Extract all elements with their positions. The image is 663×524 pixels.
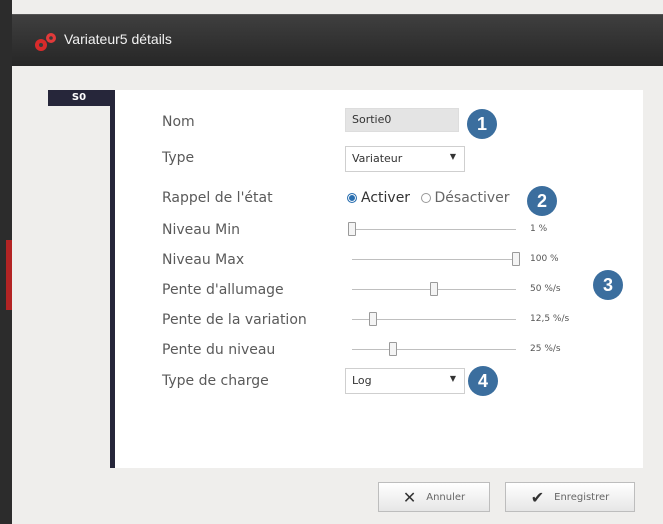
type-select-value: Variateur bbox=[352, 152, 403, 165]
radio-desactiver-label[interactable]: Désactiver bbox=[435, 190, 510, 206]
slider-thumb[interactable] bbox=[348, 222, 356, 236]
slider-thumb[interactable] bbox=[389, 342, 397, 356]
name-label: Nom bbox=[162, 114, 195, 130]
slider-label-variation: Pente de la variation bbox=[162, 312, 307, 328]
callout-badge-2: 2 bbox=[527, 186, 557, 216]
left-window-edge bbox=[0, 0, 12, 524]
slider-value-niveau: 25 %/s bbox=[530, 344, 561, 354]
slider-niveau-max[interactable] bbox=[352, 252, 520, 266]
callout-badge-4: 4 bbox=[468, 366, 498, 396]
type-select[interactable]: Variateur ▼ bbox=[345, 146, 465, 172]
save-button-label: Enregistrer bbox=[554, 491, 610, 503]
slider-pente-allumage[interactable] bbox=[352, 282, 516, 296]
checkmark-icon: ✔ bbox=[530, 487, 545, 507]
slider-thumb[interactable] bbox=[430, 282, 438, 296]
slider-thumb[interactable] bbox=[368, 312, 377, 326]
callout-badge-3: 3 bbox=[593, 270, 623, 300]
slider-value-min: 1 % bbox=[530, 224, 548, 234]
slider-value-variation: 12,5 %/s bbox=[530, 314, 570, 324]
recall-state-label: Rappel de l'état bbox=[162, 190, 273, 206]
cancel-button-label: Annuler bbox=[426, 491, 466, 503]
slider-thumb[interactable] bbox=[512, 252, 520, 266]
charge-type-select-value: Log bbox=[352, 374, 372, 387]
gears-icon bbox=[35, 33, 56, 51]
slider-value-allumage: 50 %/s bbox=[530, 284, 561, 294]
title-bar: Variateur5 détails bbox=[12, 14, 663, 67]
save-button[interactable]: ✔ Enregistrer bbox=[505, 482, 635, 512]
window-title: Variateur5 détails bbox=[64, 31, 172, 47]
slider-pente-niveau[interactable] bbox=[352, 342, 516, 356]
slider-value-max: 100 % bbox=[530, 254, 559, 264]
slider-track bbox=[352, 349, 516, 350]
slider-label-max: Niveau Max bbox=[162, 252, 245, 268]
slider-label-min: Niveau Min bbox=[162, 222, 241, 238]
close-icon: ✕ bbox=[402, 487, 417, 507]
callout-badge-1: 1 bbox=[467, 109, 497, 139]
radio-desactiver[interactable] bbox=[420, 193, 431, 203]
slider-track bbox=[352, 319, 516, 320]
slider-track bbox=[352, 259, 516, 260]
tab-s0[interactable]: S0 bbox=[48, 90, 110, 106]
slider-track bbox=[352, 229, 516, 230]
slider-niveau-min[interactable] bbox=[348, 222, 516, 236]
cancel-button[interactable]: ✕ Annuler bbox=[378, 482, 490, 512]
radio-activer[interactable] bbox=[347, 193, 357, 203]
charge-type-label: Type de charge bbox=[162, 373, 269, 389]
radio-activer-label[interactable]: Activer bbox=[361, 190, 410, 206]
name-input[interactable]: Sortie0 bbox=[345, 108, 459, 132]
type-label: Type bbox=[162, 150, 195, 166]
slider-label-niveau: Pente du niveau bbox=[162, 342, 276, 358]
chevron-down-icon: ▼ bbox=[449, 152, 456, 161]
slider-pente-variation[interactable] bbox=[352, 312, 516, 326]
slider-label-allumage: Pente d'allumage bbox=[162, 282, 284, 298]
chevron-down-icon: ▼ bbox=[449, 374, 456, 383]
recall-state-radio-group: Activer Désactiver bbox=[347, 190, 516, 206]
charge-type-select[interactable]: Log ▼ bbox=[345, 368, 465, 394]
